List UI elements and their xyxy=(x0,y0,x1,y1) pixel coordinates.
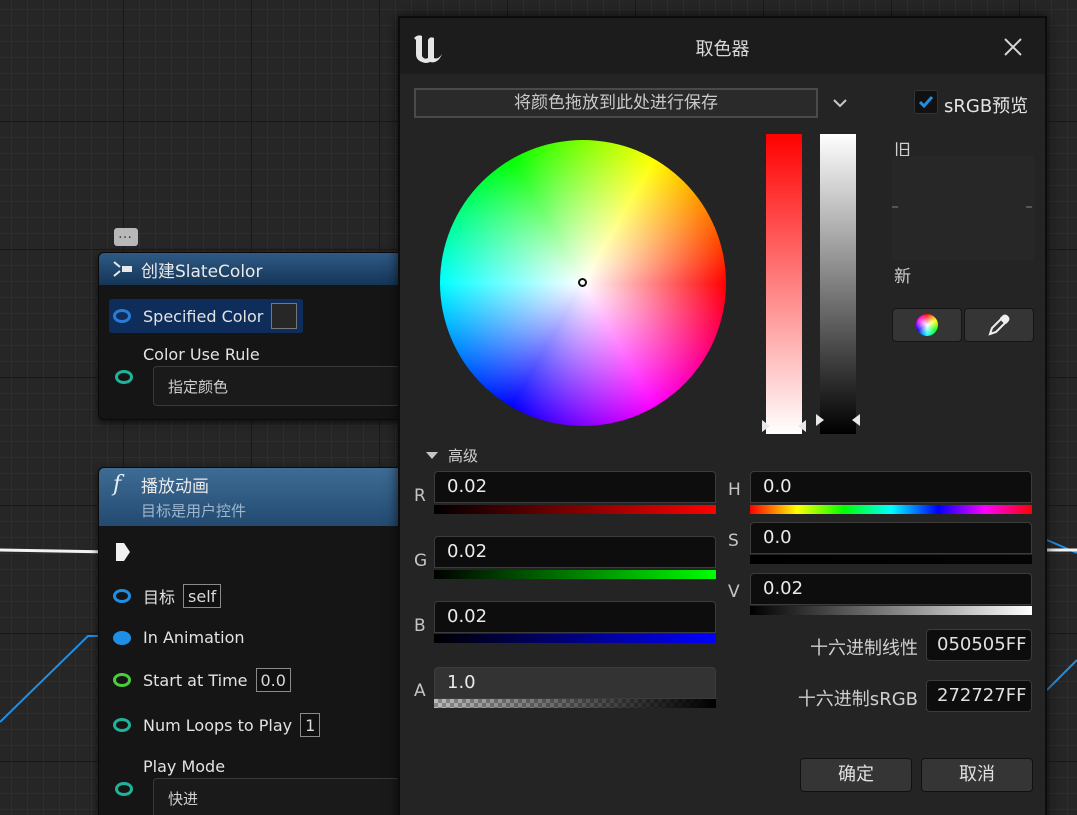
pin-play-mode-label-row: Play Mode xyxy=(143,757,225,776)
channel-label-b: B xyxy=(414,616,426,636)
play-mode-dropdown[interactable]: 快进 xyxy=(153,778,417,815)
dropdown-value: 指定颜色 xyxy=(168,377,229,396)
color-wheel-icon xyxy=(916,314,938,336)
channel-label-r: R xyxy=(414,486,426,506)
node-create-slatecolor[interactable]: 创建SlateColor Specified Color Color Use R… xyxy=(98,252,418,420)
pin-target[interactable]: 目标 self xyxy=(113,584,222,608)
pin-label: Play Mode xyxy=(143,757,226,776)
value-slider[interactable] xyxy=(820,134,856,434)
color-wheel-marker[interactable] xyxy=(578,278,587,287)
node-title: 创建SlateColor xyxy=(141,261,263,282)
g-gradient[interactable] xyxy=(434,570,716,579)
s-input[interactable]: 0.0 xyxy=(750,522,1032,554)
eyedropper-button[interactable] xyxy=(964,308,1034,342)
enum-pin-icon[interactable] xyxy=(115,782,133,796)
srgb-preview-label: sRGB预览 xyxy=(944,96,1029,117)
channel-label-s: S xyxy=(728,531,739,551)
pin-label: In Animation xyxy=(143,628,245,647)
comment-bubble-icon[interactable] xyxy=(114,226,138,246)
r-input[interactable]: 0.02 xyxy=(434,471,716,503)
close-icon[interactable] xyxy=(1000,34,1026,60)
channel-label-a: A xyxy=(414,681,426,701)
h-gradient[interactable] xyxy=(750,505,1032,514)
int-pin-icon[interactable] xyxy=(113,718,131,732)
v-input[interactable]: 0.02 xyxy=(750,573,1032,605)
advanced-label: 高级 xyxy=(448,447,479,465)
pin-label: Start at Time xyxy=(143,670,248,690)
channel-label-v: V xyxy=(728,582,740,602)
slider-handle-right-icon[interactable] xyxy=(798,420,806,432)
color-swatch[interactable] xyxy=(271,303,298,329)
color-drop-zone[interactable]: 将颜色拖放到此处进行保存 xyxy=(414,88,818,118)
b-gradient[interactable] xyxy=(434,634,716,643)
cancel-button[interactable]: 取消 xyxy=(921,758,1033,792)
srgb-preview-checkbox[interactable] xyxy=(914,90,938,114)
ok-button[interactable]: 确定 xyxy=(800,758,912,792)
pin-start-at-time[interactable]: Start at Time 0.0 xyxy=(113,668,291,692)
channel-label-g: G xyxy=(414,551,428,571)
pin-in-animation[interactable]: In Animation xyxy=(113,628,245,647)
node-subtitle: 目标是用户控件 xyxy=(141,502,247,520)
channel-label-h: H xyxy=(728,480,741,500)
pin-color-use-rule-label-row: Color Use Rule xyxy=(143,345,260,364)
slider-handle-left-icon[interactable] xyxy=(762,420,770,432)
node-title: 播放动画 xyxy=(141,477,209,497)
checkmark-icon xyxy=(918,96,934,109)
h-input[interactable]: 0.0 xyxy=(750,471,1032,503)
new-color-label: 新 xyxy=(894,267,911,287)
s-gradient[interactable] xyxy=(750,555,1032,564)
pin-label: Color Use Rule xyxy=(143,345,260,364)
dropdown-value: 快进 xyxy=(168,789,199,808)
chevron-down-icon[interactable] xyxy=(832,96,848,110)
pin-label: 目标 xyxy=(143,588,176,607)
make-struct-icon xyxy=(111,258,135,280)
object-pin-icon[interactable] xyxy=(113,589,131,603)
slider-handle-left-icon[interactable] xyxy=(816,414,824,426)
enum-pin-icon[interactable] xyxy=(115,370,133,384)
dialog-title: 取色器 xyxy=(695,39,750,60)
saturation-slider[interactable] xyxy=(766,134,802,434)
advanced-toggle[interactable]: 高级 xyxy=(426,445,478,466)
hex-linear-label: 十六进制线性 xyxy=(810,638,918,659)
color-wheel-mode-button[interactable] xyxy=(892,308,962,342)
color-picker-dialog: 取色器 将颜色拖放到此处进行保存 sRGB预览 旧 新 高级 R 0.02 G … xyxy=(398,16,1047,815)
hex-srgb-label: 十六进制sRGB xyxy=(797,689,918,710)
node-header[interactable]: f 播放动画 目标是用户控件 xyxy=(99,468,417,526)
float-pin-icon[interactable] xyxy=(113,673,131,687)
g-input[interactable]: 0.02 xyxy=(434,536,716,568)
start-at-time-field[interactable]: 0.0 xyxy=(255,668,291,692)
struct-pin-icon[interactable] xyxy=(113,309,131,323)
a-input[interactable]: 1.0 xyxy=(434,667,716,699)
color-use-rule-dropdown[interactable]: 指定颜色 xyxy=(153,366,417,406)
target-field[interactable]: self xyxy=(183,584,222,608)
r-gradient[interactable] xyxy=(434,505,716,514)
collapse-arrow-icon xyxy=(426,452,438,459)
exec-pin-icon[interactable] xyxy=(115,542,131,562)
pin-label: Specified Color xyxy=(143,306,264,326)
function-icon: f xyxy=(113,472,122,497)
old-new-color-preview xyxy=(892,156,1034,260)
pin-label: Num Loops to Play xyxy=(143,715,293,735)
node-play-animation[interactable]: f 播放动画 目标是用户控件 目标 self In Animation Star… xyxy=(98,467,418,815)
pin-num-loops[interactable]: Num Loops to Play 1 xyxy=(113,713,321,737)
b-input[interactable]: 0.02 xyxy=(434,601,716,633)
slider-handle-right-icon[interactable] xyxy=(852,414,860,426)
hex-linear-input[interactable]: 050505FF xyxy=(926,629,1032,661)
v-gradient[interactable] xyxy=(750,606,1032,615)
hex-srgb-input[interactable]: 272727FF xyxy=(926,680,1032,712)
eyedropper-icon xyxy=(988,314,1010,336)
pin-specified-color[interactable]: Specified Color xyxy=(109,299,304,333)
a-gradient[interactable] xyxy=(434,699,716,708)
dialog-titlebar[interactable]: 取色器 xyxy=(400,18,1045,74)
num-loops-field[interactable]: 1 xyxy=(300,713,321,737)
object-pin-icon[interactable] xyxy=(113,630,131,645)
node-header[interactable]: 创建SlateColor xyxy=(99,253,417,285)
